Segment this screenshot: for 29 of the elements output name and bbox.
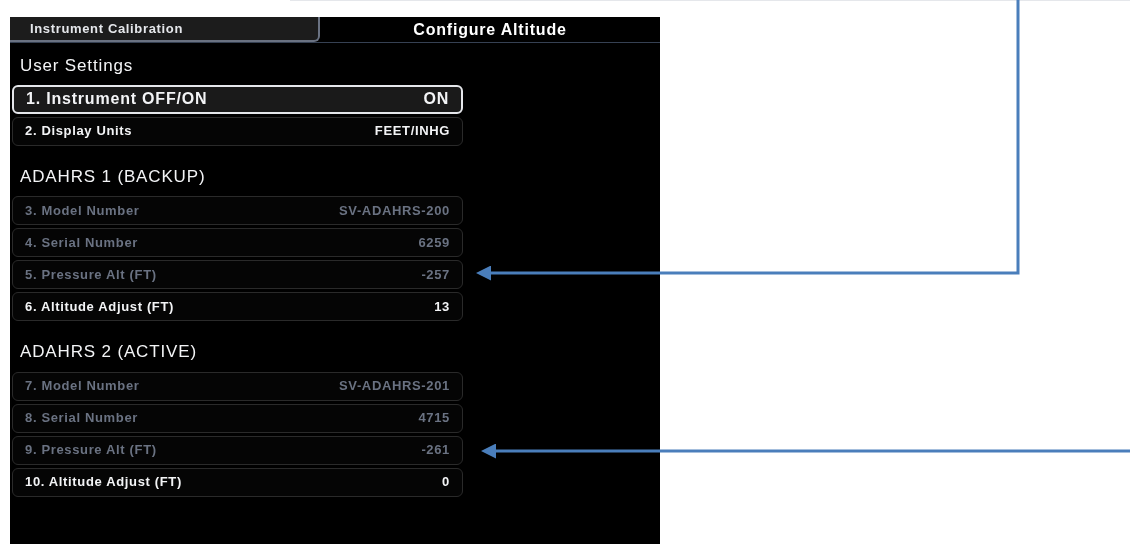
setting-value: 13 <box>434 297 450 316</box>
setting-label: 6. Altitude Adjust (FT) <box>25 297 175 316</box>
tab[interactable]: Configure Altitude <box>320 17 660 42</box>
setting-value: 0 <box>442 473 450 492</box>
setting-label: 9. Pressure Alt (FT) <box>25 441 157 460</box>
setting-row[interactable]: 10. Altitude Adjust (FT) 0 <box>12 467 463 497</box>
setting-value: -261 <box>421 441 450 460</box>
setting-value: 4715 <box>418 409 450 428</box>
tab[interactable]: Instrument Calibration <box>10 17 320 42</box>
setting-label: 7. Model Number <box>25 377 140 396</box>
section-heading: User Settings <box>19 55 135 77</box>
setting-value: 6259 <box>418 233 450 252</box>
setting-row[interactable]: 2. Display Units FEET/INHG <box>12 116 463 146</box>
setting-label: 3. Model Number <box>25 201 140 220</box>
setting-label: 1. Instrument OFF/ON <box>26 89 208 109</box>
setting-label: 4. Serial Number <box>25 233 138 252</box>
setting-label: 2. Display Units <box>25 122 133 141</box>
setting-value: FEET/INHG <box>374 122 450 141</box>
setting-value: ON <box>423 89 449 109</box>
setting-label: 5. Pressure Alt (FT) <box>25 265 157 284</box>
setting-row[interactable]: 1. Instrument OFF/ON ON <box>12 84 463 114</box>
setting-value: SV-ADAHRS-200 <box>338 201 450 220</box>
setting-row[interactable]: 6. Altitude Adjust (FT) 13 <box>12 292 463 321</box>
section-heading: ADAHRS 1 (BACKUP) <box>19 165 207 188</box>
setting-value: SV-ADAHRS-201 <box>338 377 450 396</box>
setting-value: -257 <box>421 265 450 284</box>
section-heading: ADAHRS 2 (ACTIVE) <box>19 341 198 363</box>
setting-label: 10. Altitude Adjust (FT) <box>25 473 182 492</box>
setting-label: 8. Serial Number <box>25 409 138 428</box>
